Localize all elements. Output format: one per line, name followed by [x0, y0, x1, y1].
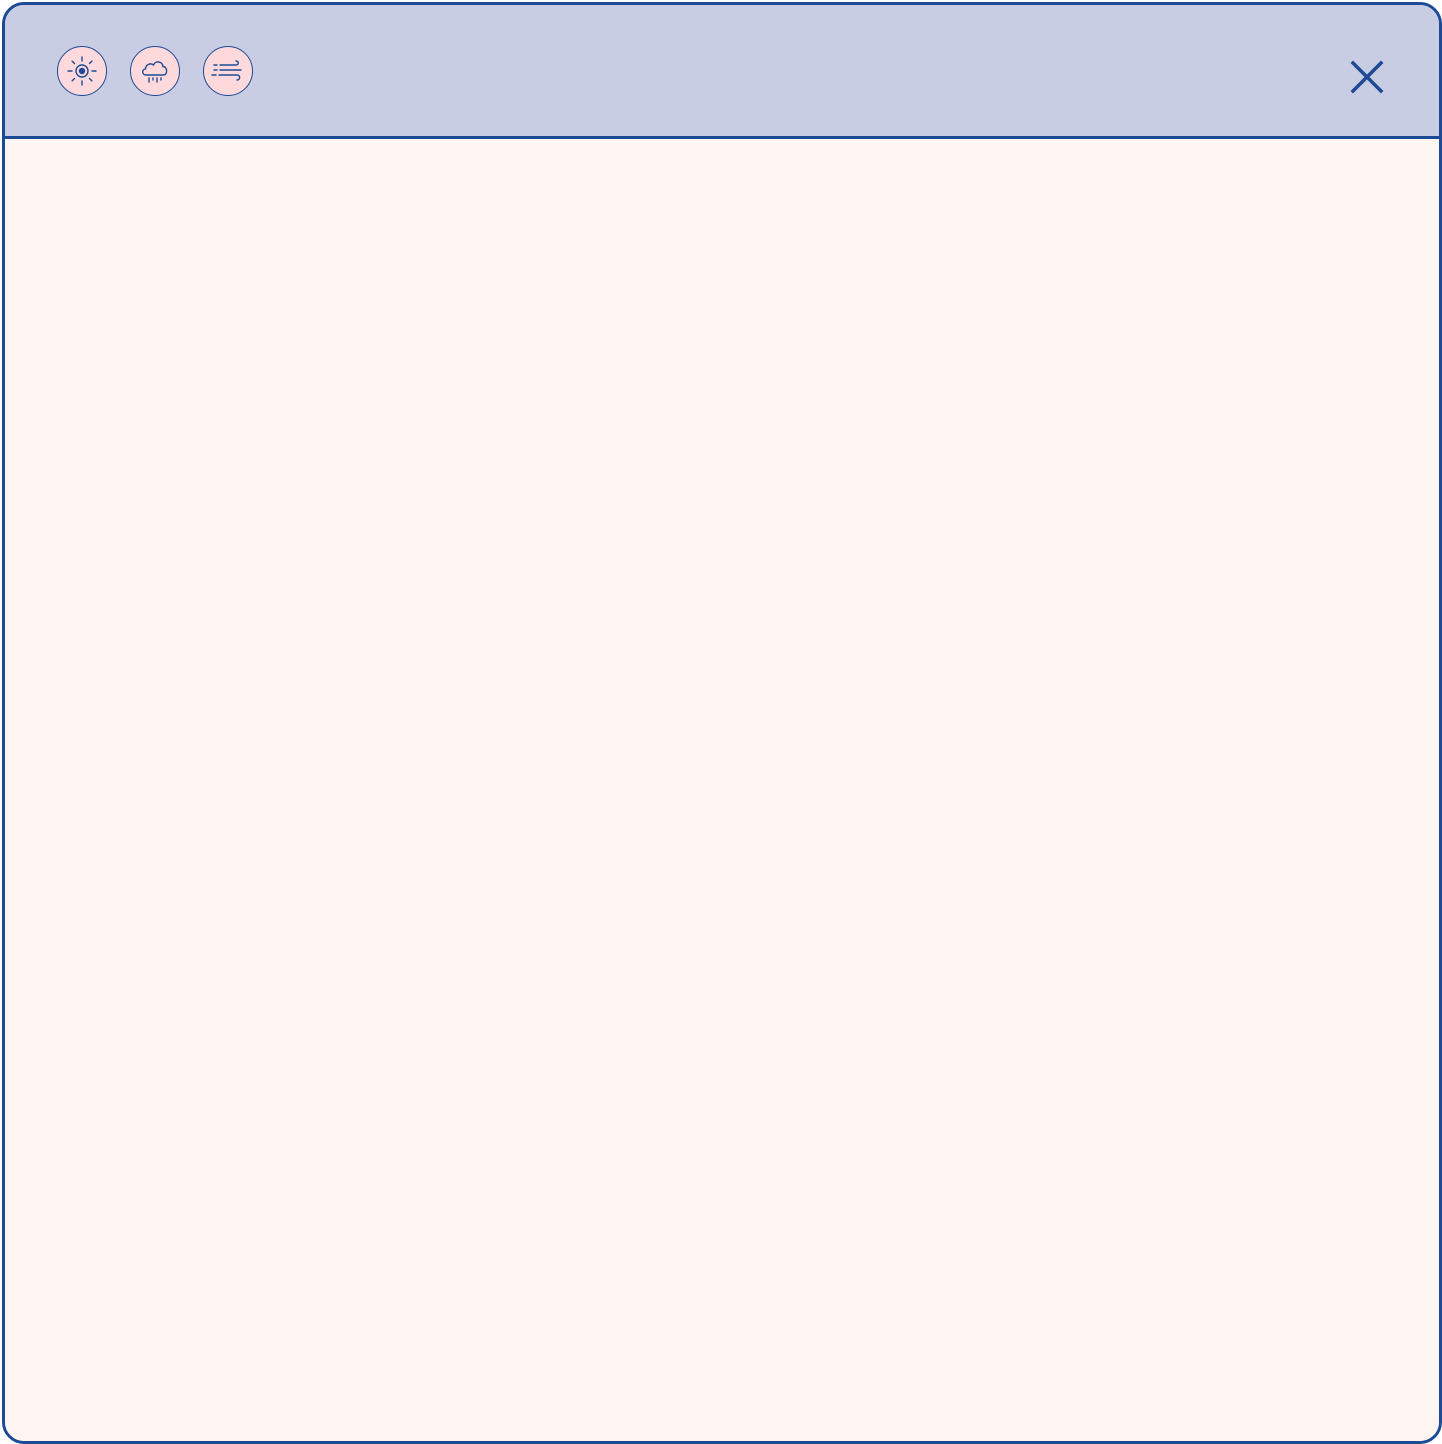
wind-button[interactable] [203, 46, 253, 96]
wind-icon [211, 60, 242, 81]
sun-icon [67, 56, 97, 86]
rain-button[interactable] [130, 46, 180, 96]
window-content-area [5, 139, 1439, 1441]
close-icon [1350, 60, 1384, 94]
rain-cloud-icon [142, 61, 168, 83]
title-bar [5, 5, 1439, 139]
app-window [2, 2, 1442, 1444]
sun-button[interactable] [57, 46, 107, 96]
close-button[interactable] [1345, 55, 1389, 99]
